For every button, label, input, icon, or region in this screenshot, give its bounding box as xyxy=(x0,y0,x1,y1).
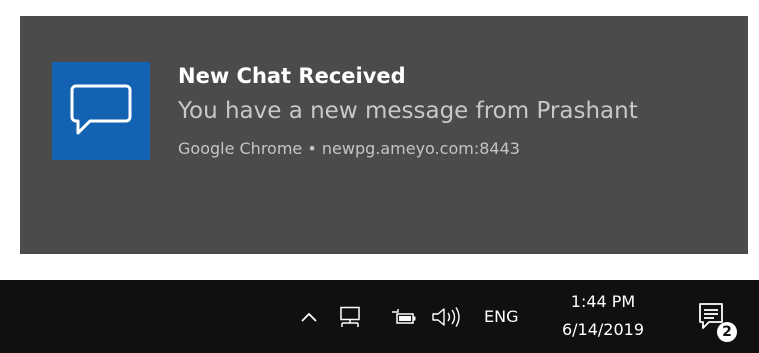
chat-bubble-icon xyxy=(52,62,150,160)
toast-title: New Chat Received xyxy=(178,64,406,88)
chevron-up-icon[interactable] xyxy=(294,280,324,353)
battery-icon[interactable] xyxy=(388,280,420,353)
taskbar: ENG 1:44 PM 6/14/2019 2 xyxy=(0,280,759,353)
clock-date: 6/14/2019 xyxy=(561,320,645,339)
notification-count-badge: 2 xyxy=(717,322,737,342)
toast-body: New Chat Received You have a new message… xyxy=(178,62,718,160)
speaker-icon[interactable] xyxy=(428,280,464,353)
clock[interactable]: 1:44 PM 6/14/2019 xyxy=(548,288,658,344)
toast-notification[interactable]: New Chat Received You have a new message… xyxy=(20,16,748,254)
toast-message: You have a new message from Prashant xyxy=(178,98,638,124)
action-center-button[interactable]: 2 xyxy=(690,280,750,353)
network-icon[interactable] xyxy=(334,280,366,353)
screen: New Chat Received You have a new message… xyxy=(0,0,759,353)
toast-source: Google Chrome • newpg.ameyo.com:8443 xyxy=(178,139,520,158)
language-indicator[interactable]: ENG xyxy=(484,280,518,353)
clock-time: 1:44 PM xyxy=(570,292,636,311)
